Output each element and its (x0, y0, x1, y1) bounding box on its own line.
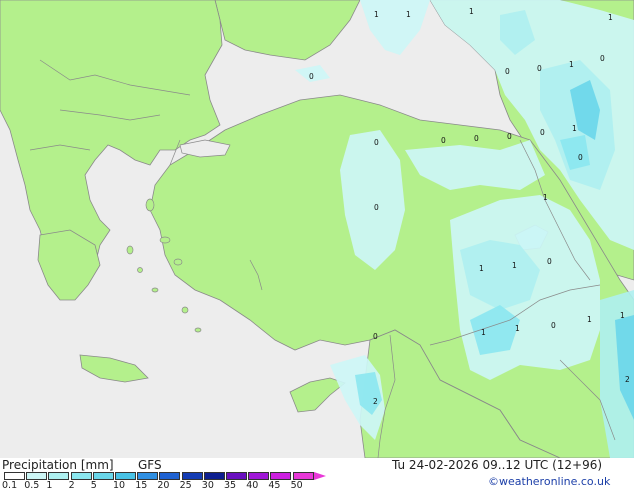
map-label: 0 (441, 136, 446, 145)
map-label: 0 (374, 203, 379, 212)
legend-swatch (26, 472, 48, 480)
legend-tick-label: 5 (90, 480, 97, 491)
legend-swatch (92, 472, 114, 480)
valid-time: Tu 24-02-2026 09..12 UTC (12+96) (392, 458, 603, 472)
legend-tick-label: 1 (46, 480, 53, 491)
map-label: 0 (540, 128, 545, 137)
legend-swatch (270, 472, 292, 480)
legend-swatch (48, 472, 70, 480)
legend-tick-label: 0.1 (2, 480, 18, 491)
map-label: 1 (572, 124, 577, 133)
map-label: 1 (620, 311, 625, 320)
legend-tick-label: 35 (224, 480, 237, 491)
map-label: 1 (479, 264, 484, 273)
legend-swatch (137, 472, 159, 480)
legend-swatch (181, 472, 203, 480)
map-label: 1 (569, 60, 574, 69)
map-label: 0 (309, 72, 314, 81)
map-label: 1 (406, 10, 411, 19)
precipitation-map: 1 1 1 1 0 0 0 1 0 1 0 0 0 0 0 0 0 1 1 1 … (0, 0, 634, 458)
legend-tick-label: 0.5 (24, 480, 40, 491)
legend-tick-label: 2 (68, 480, 75, 491)
credit-text: ©weatheronline.co.uk (488, 475, 611, 488)
legend-tick-label: 15 (135, 480, 148, 491)
map-label: 2 (625, 375, 630, 384)
map-label: 0 (507, 132, 512, 141)
map-label: 1 (469, 7, 474, 16)
map-label: 0 (547, 257, 552, 266)
legend-swatch (115, 472, 136, 480)
legend-tick-label: 40 (246, 480, 259, 491)
model-name: GFS (138, 458, 162, 472)
map-label: 0 (374, 138, 379, 147)
map-label: 1 (374, 10, 379, 19)
map-label: 1 (587, 315, 592, 324)
legend-tick-label: 50 (290, 480, 303, 491)
legend-swatch (203, 472, 225, 480)
map-label: 0 (505, 67, 510, 76)
map-label: 0 (600, 54, 605, 63)
map-label: 1 (481, 328, 486, 337)
legend-arrow (313, 472, 326, 480)
map-label: 2 (373, 397, 378, 406)
legend-swatch (4, 472, 25, 480)
legend-swatch (226, 472, 247, 480)
map-label: 0 (537, 64, 542, 73)
legend-tick-label: 20 (157, 480, 170, 491)
legend-title: Precipitation [mm] (2, 458, 114, 472)
legend-swatch (292, 472, 314, 480)
map-label: 1 (543, 193, 548, 202)
map-label: 0 (551, 321, 556, 330)
map-label: 0 (474, 134, 479, 143)
map-label: 0 (578, 153, 583, 162)
legend-tick-label: 30 (201, 480, 214, 491)
legend-tick-label: 45 (268, 480, 281, 491)
map-label: 1 (608, 13, 613, 22)
legend-swatch (70, 472, 92, 480)
map-label: 0 (373, 332, 378, 341)
legend-tick-label: 25 (179, 480, 192, 491)
legend-tick-label: 10 (113, 480, 126, 491)
map-label: 1 (512, 261, 517, 270)
map-label: 1 (515, 324, 520, 333)
legend-swatch (159, 472, 181, 480)
legend-swatch (248, 472, 270, 480)
